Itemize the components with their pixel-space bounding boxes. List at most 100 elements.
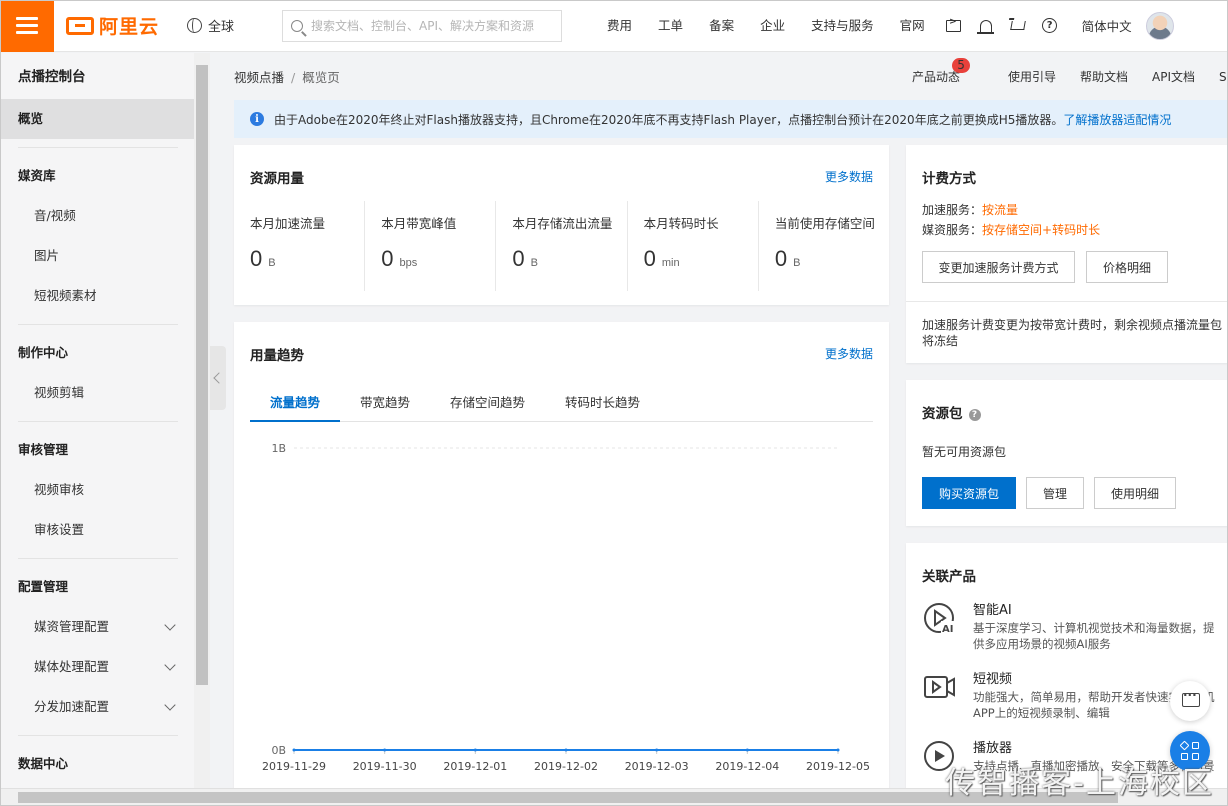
aliyun-logo-mark-icon: [66, 16, 94, 35]
sidebar-group-production: 制作中心: [18, 345, 69, 360]
chevron-down-icon: [164, 659, 176, 671]
billing-accel-row: 加速服务：按流量: [922, 201, 1018, 218]
billing-method-card: 计费方式 加速服务：按流量 媒资服务：按存储空间+转码时长 变更加速服务计费方式…: [906, 145, 1228, 363]
resource-pack-title-wrap: 资源包?: [922, 402, 981, 422]
chart-y-tick-label: 0B: [271, 744, 286, 757]
tab-bandwidth-trend[interactable]: 带宽趋势: [340, 384, 430, 421]
question-icon[interactable]: ?: [968, 409, 981, 421]
nav-enterprise[interactable]: 企业: [747, 0, 798, 52]
link-help-doc[interactable]: 帮助文档: [1080, 68, 1128, 85]
nav-official-site[interactable]: 官网: [887, 0, 938, 52]
metric-label: 本月带宽峰值: [381, 216, 457, 231]
usage-trend-title: 用量趋势: [250, 348, 304, 364]
breadcrumb-root[interactable]: 视频点播: [234, 70, 284, 85]
flash-notice-banner: i 由于Adobe在2020年终止对Flash播放器支持，且Chrome在202…: [234, 100, 1228, 138]
link-sdk-doc[interactable]: SDK文: [1219, 68, 1228, 85]
related-products-title: 关联产品: [922, 569, 976, 585]
sidebar-scrollbar-thumb[interactable]: [196, 65, 208, 685]
sidebar-item-video-review[interactable]: 视频审核: [0, 470, 194, 510]
metric-label: 本月转码时长: [643, 216, 719, 231]
metric-unit: min: [661, 257, 680, 269]
sidebar-item-video-editing[interactable]: 视频剪辑: [0, 373, 194, 413]
usage-trend-more-link[interactable]: 更多数据: [825, 345, 873, 362]
metric-value: 0 min: [644, 246, 758, 272]
search-icon: [291, 19, 304, 32]
chart-x-tick-label: 2019-11-29: [262, 760, 326, 773]
sidebar-title: 点播控制台: [18, 69, 86, 85]
nav-filing[interactable]: 备案: [696, 0, 747, 52]
aliyun-logo[interactable]: 阿里云: [66, 12, 159, 39]
language-selector[interactable]: 简体中文: [1066, 16, 1146, 35]
breadcrumb-separator: /: [291, 70, 296, 85]
nav-fees[interactable]: 费用: [594, 0, 645, 52]
nav-support[interactable]: 支持与服务: [798, 0, 887, 52]
product-desc-line: 基于深度学习、计算机视觉技术和海量数据，提: [973, 621, 1215, 635]
chart-data-point: [564, 748, 568, 752]
product-name: 短视频: [973, 672, 1013, 687]
news-count-badge: 5: [952, 58, 971, 73]
metric-transcode-duration: 本月转码时长 0 min: [626, 201, 758, 291]
sidebar-item-audio-video[interactable]: 音/视频: [0, 196, 194, 236]
top-bar: 阿里云 全球 费用 工单 备案 企业 支持与服务 官网 ? 简体中文: [0, 0, 1228, 52]
sidebar-divider: [18, 735, 178, 736]
notification-button[interactable]: [970, 0, 1002, 52]
top-nav: 费用 工单 备案 企业 支持与服务 官网 ? 简体中文: [594, 0, 1174, 52]
cart-icon: [1009, 21, 1026, 30]
sidebar-divider: [18, 421, 178, 422]
metric-unit: B: [268, 257, 276, 269]
hamburger-menu-icon[interactable]: [0, 0, 54, 52]
metric-storage-used: 当前使用存储空间 0B: [757, 201, 889, 291]
metric-label: 本月存储流出流量: [512, 216, 613, 231]
sidebar-item-short-video-material[interactable]: 短视频素材: [0, 276, 194, 316]
brand-name: 阿里云: [99, 16, 160, 38]
link-product-news[interactable]: 产品动态 5: [912, 58, 984, 85]
sidebar-item-overview[interactable]: 概览: [0, 99, 194, 139]
sidebar-collapse-toggle[interactable]: [210, 346, 226, 410]
link-api-doc[interactable]: API文档: [1152, 68, 1195, 85]
metric-label: 本月加速流量: [250, 216, 326, 231]
link-guide[interactable]: 使用引导: [1008, 68, 1056, 85]
search-input[interactable]: [311, 18, 542, 33]
billing-accel-label: 加速服务：: [922, 203, 983, 217]
metric-number: 0: [381, 246, 394, 271]
resource-usage-more-link[interactable]: 更多数据: [825, 168, 873, 185]
sidebar-group-media: 媒资库: [18, 168, 56, 183]
product-smart-ai[interactable]: AI 智能AI 基于深度学习、计算机视觉技术和海量数据，提 供多应用场景的视频AI…: [922, 599, 1228, 655]
region-selector[interactable]: 全球: [187, 16, 234, 35]
sidebar-item-media-config[interactable]: 媒资管理配置: [0, 607, 194, 647]
cart-button[interactable]: [1002, 0, 1034, 52]
nav-ticket[interactable]: 工单: [645, 0, 696, 52]
sidebar-item-cdn-config[interactable]: 分发加速配置: [0, 687, 194, 727]
avatar[interactable]: [1145, 11, 1174, 40]
help-button[interactable]: ?: [1034, 0, 1066, 52]
buy-pack-button[interactable]: 购买资源包: [922, 477, 1016, 509]
sidebar-group-config: 配置管理: [18, 579, 69, 594]
sidebar-item-processing-config[interactable]: 媒体处理配置: [0, 647, 194, 687]
sidebar-scrollbar[interactable]: [194, 53, 210, 788]
notice-link[interactable]: 了解播放器适配情况: [1063, 111, 1171, 128]
usage-detail-button[interactable]: 使用明细: [1094, 477, 1176, 509]
chart-x-tick-label: 2019-12-03: [625, 760, 689, 773]
change-billing-button[interactable]: 变更加速服务计费方式: [922, 251, 1075, 283]
product-desc: 基于深度学习、计算机视觉技术和海量数据，提 供多应用场景的视频AI服务: [973, 620, 1228, 652]
resource-usage-title: 资源用量: [250, 171, 304, 187]
resource-usage-card: 资源用量 更多数据 本月加速流量 0B 本月带宽峰值 0 bps 本月存储流出流量…: [234, 145, 889, 305]
sidebar-item-label: 媒体处理配置: [34, 659, 110, 674]
chevron-down-icon: [164, 699, 176, 711]
manage-pack-button[interactable]: 管理: [1026, 477, 1084, 509]
sidebar-item-images[interactable]: 图片: [0, 236, 194, 276]
usage-trend-card: 用量趋势 更多数据 流量趋势 带宽趋势 存储空间趋势 转码时长趋势 0B 1B 20…: [234, 322, 889, 788]
tab-traffic-trend[interactable]: 流量趋势: [250, 384, 341, 422]
product-name: 播放器: [973, 741, 1013, 756]
bell-icon: [976, 19, 994, 34]
sidebar-item-review-settings[interactable]: 审核设置: [0, 510, 194, 550]
feedback-chat-button[interactable]: [1170, 681, 1210, 721]
billing-title: 计费方式: [922, 171, 976, 187]
global-search[interactable]: [282, 9, 563, 42]
tab-storage-trend[interactable]: 存储空间趋势: [430, 384, 545, 421]
terminal-button[interactable]: [938, 0, 970, 52]
price-detail-button[interactable]: 价格明细: [1086, 251, 1168, 283]
chart-x-tick-label: 2019-11-30: [353, 760, 417, 773]
metric-number: 0: [643, 246, 656, 271]
tab-transcode-trend[interactable]: 转码时长趋势: [545, 384, 660, 421]
